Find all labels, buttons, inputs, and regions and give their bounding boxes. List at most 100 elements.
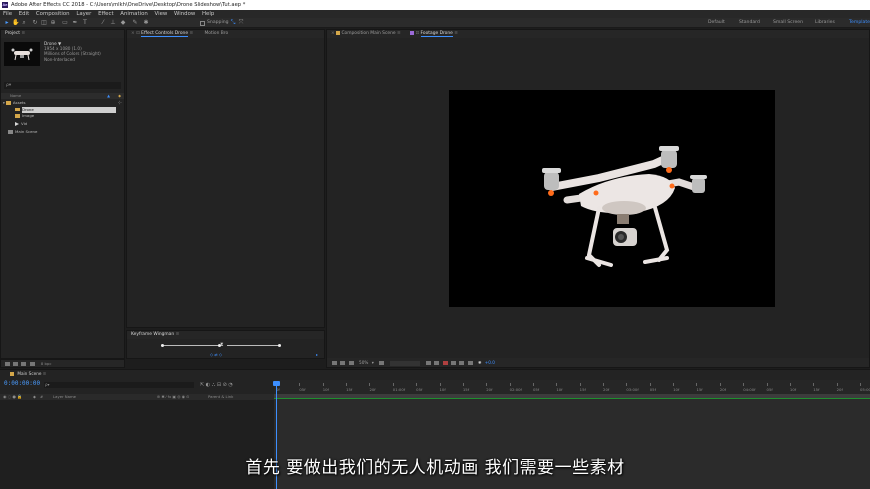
ruler-tick-label: 02:00f — [509, 387, 522, 392]
bit-depth-label[interactable]: 8 bpc — [41, 361, 52, 366]
hand-tool-icon[interactable]: ✋ — [12, 20, 19, 26]
menu-layer[interactable]: Layer — [76, 11, 91, 17]
project-panel: Project ≡ Drone ▼ 1954 x 1080 (1.0) Mill… — [0, 29, 125, 359]
region-of-interest-icon[interactable] — [379, 361, 385, 365]
snap-option-icon[interactable]: ⤡ — [230, 20, 236, 26]
workspace-default[interactable]: Default — [708, 18, 725, 28]
brush-tool-icon[interactable]: ⁄ — [100, 20, 106, 26]
camera-tool-icon[interactable]: ◫ — [41, 20, 47, 26]
mask-visibility-icon[interactable] — [348, 361, 354, 365]
time-ruler[interactable]: 0f 05f 10f 15f 20f 01:00f 05f 10f 15f 20f 02:00f 05… — [274, 380, 870, 394]
menu-composition[interactable]: Composition — [36, 11, 70, 17]
label-column-icon[interactable]: ◆ — [118, 93, 121, 99]
type-tool-icon[interactable]: T — [82, 20, 88, 26]
interpret-footage-icon[interactable] — [5, 362, 10, 366]
ruler-tick-mark — [579, 383, 581, 386]
flowchart-icon[interactable]: ⊹ — [118, 100, 122, 106]
footage-viewer-canvas[interactable] — [449, 90, 775, 307]
grid-icon[interactable] — [450, 361, 456, 365]
menu-file[interactable]: File — [3, 11, 12, 17]
magnification-dropdown[interactable]: 50% — [359, 360, 368, 365]
lock-icon[interactable]: ⊡ — [415, 31, 420, 36]
menu-animation[interactable]: Animation — [120, 11, 147, 17]
ruler-tick-label: 15f — [813, 387, 820, 392]
project-item-image[interactable]: Image — [15, 113, 34, 119]
workspace-libraries[interactable]: Libraries — [815, 18, 835, 28]
trash-icon[interactable] — [29, 362, 35, 366]
pen-tool-icon[interactable]: ✒ — [72, 20, 78, 26]
project-item-drone-overlay[interactable]: Drone — [15, 107, 115, 113]
rotate-tool-icon[interactable]: ↻ — [32, 20, 38, 26]
tab-menu-icon[interactable]: ≡ — [176, 332, 180, 337]
show-snapshot-icon[interactable] — [434, 361, 440, 365]
new-folder-icon[interactable] — [13, 362, 19, 366]
selection-tool-icon[interactable]: ▸ — [4, 20, 10, 26]
monitor-icon[interactable] — [340, 361, 346, 365]
puppet-tool-icon[interactable]: ✱ — [143, 20, 149, 26]
tab-keyframe-wingman[interactable]: Keyframe Wingman — [131, 332, 174, 337]
ruler-tick-mark — [322, 383, 324, 386]
menu-effect[interactable]: Effect — [98, 11, 114, 17]
snapshot-icon[interactable] — [425, 361, 431, 365]
mask-tool-icon[interactable]: ▭ — [62, 20, 68, 26]
roto-tool-icon[interactable]: ✎ — [132, 20, 138, 26]
project-item-main-scene[interactable]: Main Scene — [8, 129, 37, 135]
current-time-display[interactable]: 0:00:00:00 — [4, 380, 40, 387]
zoom-tool-icon[interactable]: ⌕ — [21, 20, 27, 26]
view-options-icon[interactable] — [467, 361, 473, 365]
tab-menu-icon[interactable]: ≡ — [189, 31, 194, 36]
exposure-icon[interactable]: ✺ — [478, 360, 482, 365]
keyframe-apply-icon[interactable]: ▸ — [316, 352, 318, 357]
eraser-tool-icon[interactable]: ◆ — [120, 20, 126, 26]
snapping-checkbox[interactable] — [200, 20, 205, 26]
workspace-standard[interactable]: Standard — [739, 18, 760, 28]
snap-edges-icon[interactable]: ⤧ — [238, 20, 244, 26]
chevron-down-icon[interactable]: ▾ — [372, 360, 374, 365]
ease-in-slider[interactable] — [161, 345, 221, 346]
viewer-controls-bar: 50% ▾ ✺ +0.0 — [327, 358, 869, 367]
pan-tool-icon[interactable]: ⊕ — [50, 20, 56, 26]
new-comp-icon[interactable] — [21, 362, 27, 366]
clone-tool-icon[interactable]: ⊥ — [110, 20, 116, 26]
keyframe-hourglass-icon[interactable]: ⧗ — [220, 342, 224, 348]
tab-footage-drone[interactable]: Footage Drone — [420, 31, 453, 37]
project-item-assets[interactable]: ▾ Assets — [3, 100, 124, 106]
ruler-tick-label: 15f — [346, 387, 353, 392]
tab-effect-controls[interactable]: Effect Controls Drone — [141, 31, 189, 37]
menu-window[interactable]: Window — [174, 11, 195, 17]
project-item-vid[interactable]: Vid — [15, 121, 27, 127]
column-name[interactable]: Name — [10, 93, 21, 98]
tab-composition-main-scene[interactable]: Composition Main Scene — [341, 31, 395, 36]
ruler-tick-label: 10f — [322, 387, 329, 392]
workspace-template[interactable]: Template — [849, 18, 870, 28]
workspace-small-screen[interactable]: Small Screen — [773, 18, 803, 28]
channel-icon[interactable] — [442, 361, 448, 365]
tab-menu-icon[interactable]: ≡ — [43, 371, 47, 376]
tab-main-scene[interactable]: Main Scene — [17, 371, 41, 376]
transparency-icon[interactable] — [459, 361, 465, 365]
menu-edit[interactable]: Edit — [19, 11, 29, 17]
keyframe-icons[interactable]: ◇ ⇄ ◇ — [210, 352, 222, 357]
ease-out-slider[interactable] — [227, 345, 279, 346]
tab-motion-bro[interactable]: Motion Bro — [205, 31, 229, 36]
always-preview-icon[interactable] — [332, 361, 337, 365]
exposure-value[interactable]: +0.0 — [485, 360, 495, 365]
tab-menu-icon[interactable]: ≡ — [21, 31, 25, 36]
close-tab-icon[interactable]: × — [131, 31, 135, 36]
timeline-search-input[interactable]: ρ▾ — [44, 382, 194, 388]
menu-help[interactable]: Help — [202, 11, 214, 17]
timeline-switches-icons[interactable]: ⇱ ◐ ⛬ ⊟ ⊘ ◔ — [200, 382, 233, 388]
tab-project[interactable]: Project — [5, 31, 20, 36]
tab-menu-icon[interactable]: ≡ — [397, 31, 402, 36]
tab-menu-icon[interactable]: ≡ — [454, 31, 458, 36]
ease-in-handle-left[interactable] — [161, 343, 164, 347]
resolution-dropdown[interactable] — [390, 360, 421, 366]
keyframe-wingman-panel: Keyframe Wingman ≡ ⧗ ◇ ⇄ ◇ ▸ — [126, 330, 325, 359]
project-search-input[interactable]: ρ▾ — [4, 82, 121, 89]
ease-out-handle[interactable] — [278, 343, 281, 347]
ruler-tick-label: 20f — [603, 387, 610, 392]
menu-view[interactable]: View — [155, 11, 168, 17]
sort-icon[interactable]: ▲ — [107, 93, 110, 99]
project-item-label: Main Scene — [15, 129, 38, 134]
playhead-handle[interactable] — [273, 381, 280, 386]
